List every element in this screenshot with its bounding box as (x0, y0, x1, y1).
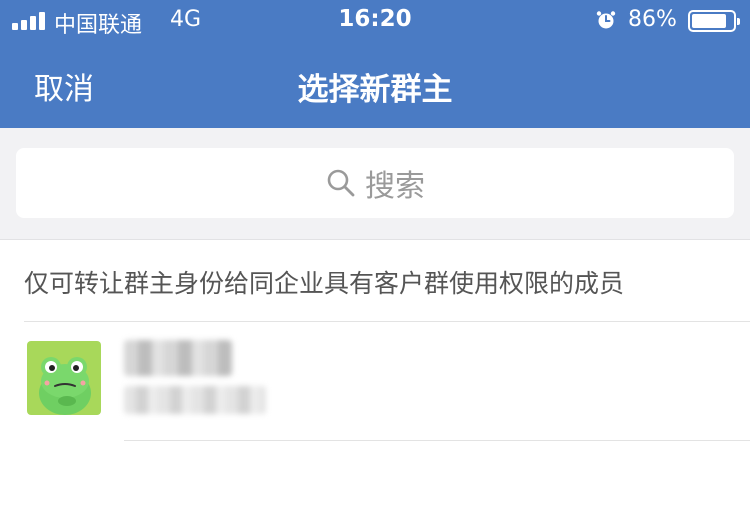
search-area: 搜索 (0, 128, 750, 240)
search-placeholder: 搜索 (365, 169, 425, 204)
search-input[interactable]: 搜索 (16, 148, 734, 218)
battery-icon (688, 10, 740, 32)
search-icon (327, 169, 355, 197)
cancel-button[interactable]: 取消 (34, 64, 94, 108)
member-list-item[interactable] (0, 322, 750, 440)
battery-fill (692, 14, 726, 28)
frog-avatar (27, 341, 101, 415)
member-divider (124, 440, 750, 441)
page-title: 选择新群主 (297, 72, 453, 108)
member-subtitle-obscured (124, 386, 266, 414)
transfer-notice: 仅可转让群主身份给同企业具有客户群使用权限的成员 (24, 269, 625, 298)
member-name-obscured (124, 340, 232, 376)
nav-header: 中国联通 4G 16:20 86% 取消 选择新群主 (0, 0, 750, 128)
status-bar: 中国联通 4G 16:20 86% (0, 0, 750, 40)
battery-percent: 86% (628, 7, 677, 32)
alarm-icon (596, 11, 616, 29)
